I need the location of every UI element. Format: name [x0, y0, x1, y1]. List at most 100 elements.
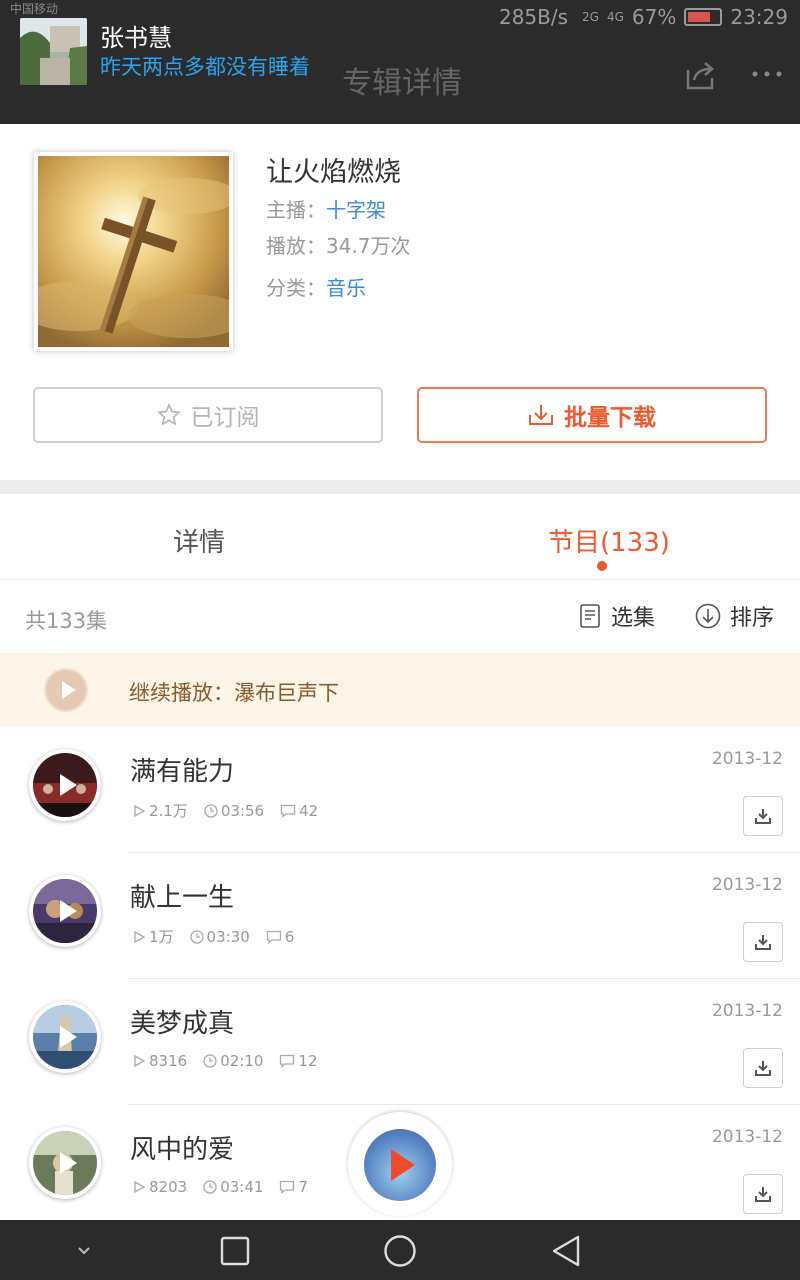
track-plays: 2.1万 — [149, 802, 188, 820]
page-title: 专辑详情 — [342, 66, 462, 101]
category-link[interactable]: 音乐 — [326, 276, 366, 300]
track-thumbnail-play-button[interactable] — [29, 875, 101, 947]
continue-play-icon[interactable] — [44, 668, 88, 712]
sort-label: 排序 — [730, 606, 775, 631]
track-comments: 6 — [284, 927, 295, 946]
select-label: 选集 — [611, 606, 656, 631]
comment-icon — [279, 1054, 295, 1068]
track-download-button[interactable] — [743, 1174, 783, 1214]
track-date: 2013-12 — [711, 1001, 783, 1021]
share-icon — [686, 62, 714, 90]
album-plays: 播放：34.7万次 — [266, 234, 411, 258]
more-icon — [752, 71, 782, 77]
network-speed: 285B/s — [498, 5, 569, 29]
track-date: 2013-12 — [711, 1127, 783, 1147]
download-icon — [755, 935, 771, 950]
album-category: 分类：音乐 — [266, 272, 366, 301]
select-episodes-button[interactable]: 选集 — [578, 600, 655, 632]
track-thumbnail-play-button[interactable] — [29, 749, 101, 821]
hide-nav-button[interactable] — [67, 1234, 101, 1268]
host-label: 主播： — [266, 198, 326, 222]
album-info: 让火焰燃烧 主播：十字架 播放：34.7万次 分类：音乐 已订阅 批量下载 — [0, 124, 800, 480]
download-icon — [755, 1061, 771, 1076]
track-download-button[interactable] — [743, 1048, 783, 1088]
play-count-icon — [132, 1054, 146, 1068]
track-duration: 02:10 — [220, 1052, 264, 1070]
notification-sender: 张书慧 — [100, 23, 172, 52]
player-play-icon — [364, 1129, 436, 1201]
download-icon — [755, 1187, 771, 1202]
track-title: 献上一生 — [130, 883, 235, 913]
play-count-icon — [132, 1180, 146, 1194]
play-icon — [60, 1026, 77, 1048]
comment-icon — [266, 930, 282, 944]
network-4g: 4G — [606, 10, 624, 24]
play-count-icon — [132, 930, 146, 944]
track-row[interactable]: 献上一生 1万 03:30 6 2013-12 — [0, 853, 800, 979]
home-button[interactable] — [383, 1234, 417, 1268]
clock-icon — [203, 1180, 217, 1194]
track-meta: 1万 03:30 6 — [132, 926, 310, 947]
track-title: 风中的爱 — [130, 1135, 235, 1165]
notification-avatar — [20, 18, 87, 85]
album-title: 让火焰燃烧 — [266, 157, 401, 188]
battery-percent: 67% — [631, 5, 677, 29]
continue-playing-bar[interactable]: 继续播放：瀑布巨声下 — [0, 653, 800, 726]
play-icon — [60, 774, 77, 796]
track-date: 2013-12 — [711, 749, 783, 769]
sort-icon — [695, 603, 721, 629]
comment-icon — [280, 804, 296, 818]
clock-icon — [189, 929, 204, 944]
back-button[interactable] — [549, 1234, 583, 1268]
share-button[interactable] — [682, 58, 718, 94]
download-icon — [528, 403, 554, 427]
track-thumbnail-play-button[interactable] — [29, 1001, 101, 1073]
track-comments: 12 — [298, 1052, 318, 1070]
track-date: 2013-12 — [711, 875, 783, 895]
track-row[interactable]: 满有能力 2.1万 03:56 42 2013-12 — [0, 727, 800, 853]
subscribe-button[interactable]: 已订阅 — [33, 387, 383, 443]
tab-detail[interactable]: 详情 — [173, 522, 225, 559]
track-cover — [33, 753, 97, 817]
play-icon — [60, 900, 77, 922]
star-icon — [156, 403, 181, 427]
square-icon — [220, 1236, 250, 1266]
host-link[interactable]: 十字架 — [326, 198, 386, 222]
sort-button[interactable]: 排序 — [695, 600, 774, 632]
album-cover — [18, 152, 248, 351]
tab-programs[interactable]: 节目(133) — [548, 522, 670, 559]
track-row[interactable]: 美梦成真 8316 02:10 12 2013-12 — [0, 979, 800, 1105]
batch-download-button[interactable]: 批量下载 — [417, 387, 767, 443]
recent-apps-button[interactable] — [218, 1234, 252, 1268]
track-duration: 03:56 — [220, 801, 265, 820]
track-comments: 42 — [299, 801, 319, 820]
floating-player-button[interactable] — [348, 1112, 452, 1216]
clock: 23:29 — [730, 5, 788, 29]
track-title: 美梦成真 — [130, 1009, 235, 1039]
track-meta: 8316 02:10 12 — [132, 1052, 334, 1070]
clock-icon — [204, 803, 218, 818]
tab-bar: 详情 节目(133) — [0, 494, 800, 580]
track-title: 满有能力 — [130, 757, 235, 787]
track-download-button[interactable] — [743, 796, 783, 836]
track-thumbnail-play-button[interactable] — [29, 1127, 101, 1199]
track-cover — [33, 1131, 97, 1195]
notification-banner[interactable]: 张书慧 昨天两点多都没有睡着 — [20, 18, 310, 85]
play-count-icon — [132, 804, 146, 818]
track-comments: 7 — [298, 1178, 308, 1196]
clock-icon — [203, 1054, 217, 1068]
track-download-button[interactable] — [743, 922, 783, 962]
section-divider — [0, 480, 800, 494]
more-button[interactable] — [748, 62, 788, 86]
play-icon — [60, 1152, 77, 1174]
track-cover — [33, 879, 97, 943]
episode-count: 共133集 — [25, 609, 108, 633]
track-meta: 8203 03:41 7 — [132, 1178, 324, 1196]
circle-icon — [384, 1235, 416, 1267]
system-nav-bar — [0, 1220, 800, 1280]
top-app-bar: 中国移动 285B/s 2G 4G 67% 23:29 专辑详情 张书慧 昨天两… — [0, 0, 800, 124]
subscribe-label: 已订阅 — [190, 405, 260, 431]
chevron-down-icon — [78, 1247, 90, 1255]
category-label: 分类： — [266, 276, 326, 300]
list-icon — [578, 603, 602, 629]
